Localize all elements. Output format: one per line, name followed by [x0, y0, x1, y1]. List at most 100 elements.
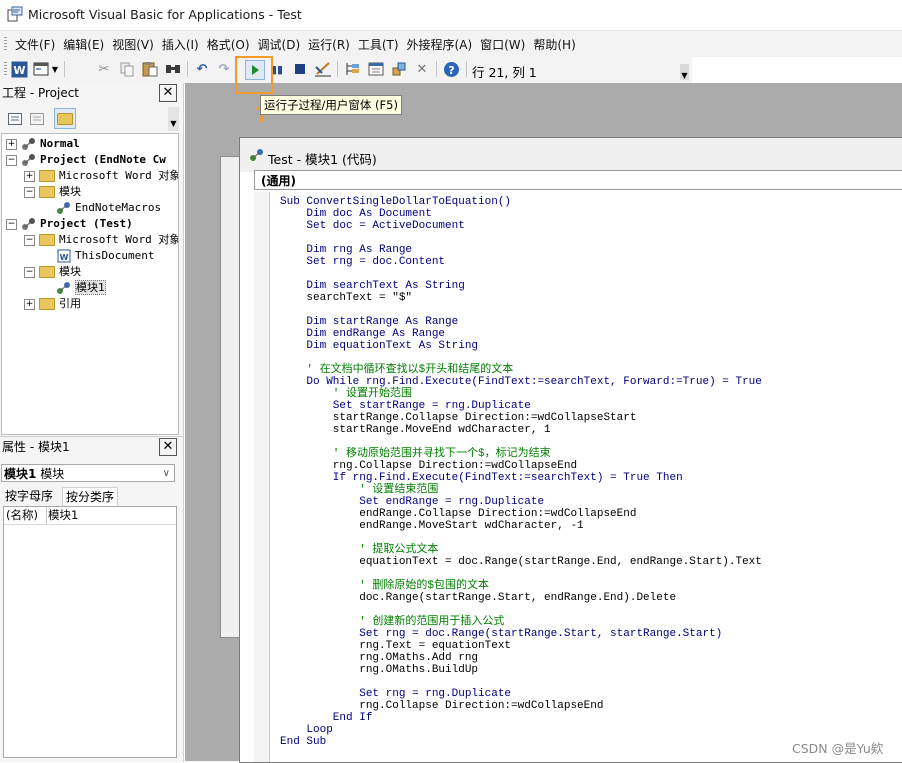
code-line[interactable]: endRange.Collapse Direction:=wdCollapseE…: [280, 508, 762, 520]
tree-node[interactable]: EndNoteMacros: [56, 200, 161, 216]
menu-item[interactable]: 运行(R): [307, 36, 357, 53]
object-browser-icon[interactable]: [390, 60, 408, 78]
code-line[interactable]: rng.OMaths.Add rng: [280, 652, 762, 664]
code-line[interactable]: rng.Collapse Direction:=wdCollapseEnd: [280, 460, 762, 472]
code-line[interactable]: Set endRange = rng.Duplicate: [280, 496, 762, 508]
code-line[interactable]: Set startRange = rng.Duplicate: [280, 400, 762, 412]
code-line[interactable]: Dim doc As Document: [280, 208, 762, 220]
code-line[interactable]: rng.Collapse Direction:=wdCollapseEnd: [280, 700, 762, 712]
code-line[interactable]: Dim rng As Range: [280, 244, 762, 256]
tree-node[interactable]: + 引用: [24, 296, 81, 312]
code-line[interactable]: ' 提取公式文本: [280, 544, 762, 556]
close-icon[interactable]: ✕: [159, 438, 177, 456]
code-line[interactable]: doc.Range(startRange.Start, endRange.End…: [280, 592, 762, 604]
project-explorer-icon[interactable]: [344, 60, 362, 78]
tree-node[interactable]: − Microsoft Word 对象: [24, 232, 178, 248]
code-line[interactable]: rng.OMaths.BuildUp: [280, 664, 762, 676]
object-combo[interactable]: (通用): [254, 170, 902, 190]
toolbox-icon[interactable]: ✕: [413, 60, 431, 78]
code-line[interactable]: Dim endRange As Range: [280, 328, 762, 340]
collapse-icon[interactable]: −: [24, 266, 35, 278]
menu-item[interactable]: 格式(O): [206, 36, 257, 53]
copy-icon[interactable]: [118, 60, 136, 78]
tree-node[interactable]: − 模块: [24, 264, 81, 280]
code-line[interactable]: [280, 268, 762, 280]
word-icon[interactable]: W: [10, 60, 28, 78]
code-line[interactable]: ' 在文档中循环查找以$开头和结尾的文本: [280, 364, 762, 376]
cut-icon[interactable]: ✂: [95, 60, 113, 78]
menu-item[interactable]: 帮助(H): [532, 36, 582, 53]
code-line[interactable]: endRange.MoveStart wdCharacter, -1: [280, 520, 762, 532]
insert-userform-icon[interactable]: [32, 60, 50, 78]
code-window-titlebar[interactable]: Test - 模块1 (代码): [240, 138, 902, 172]
menu-grip[interactable]: [4, 37, 7, 51]
close-icon[interactable]: ✕: [159, 84, 177, 102]
code-line[interactable]: [280, 304, 762, 316]
tab-categorized[interactable]: 按分类序: [62, 487, 119, 507]
collapse-icon[interactable]: −: [24, 186, 35, 198]
code-line[interactable]: searchText = "$": [280, 292, 762, 304]
menu-item[interactable]: 工具(T): [357, 36, 406, 53]
code-line[interactable]: ' 删除原始的$包围的文本: [280, 580, 762, 592]
toolbar-grip[interactable]: [4, 62, 7, 76]
code-line[interactable]: startRange.MoveEnd wdCharacter, 1: [280, 424, 762, 436]
menu-item[interactable]: 调试(D): [257, 36, 308, 53]
collapse-icon[interactable]: −: [24, 234, 35, 246]
code-line[interactable]: [280, 604, 762, 616]
code-line[interactable]: Dim startRange As Range: [280, 316, 762, 328]
code-editor[interactable]: Sub ConvertSingleDollarToEquation() Dim …: [280, 196, 762, 748]
code-line[interactable]: [280, 532, 762, 544]
expand-icon[interactable]: +: [24, 170, 35, 182]
code-line[interactable]: Dim equationText As String: [280, 340, 762, 352]
tree-node[interactable]: − 模块: [24, 184, 81, 200]
code-line[interactable]: Loop: [280, 724, 762, 736]
code-line[interactable]: Set rng = rng.Duplicate: [280, 688, 762, 700]
reset-icon[interactable]: [291, 60, 309, 78]
code-line[interactable]: End If: [280, 712, 762, 724]
menu-item[interactable]: 编辑(E): [62, 36, 111, 53]
menu-item[interactable]: 视图(V): [111, 36, 161, 53]
code-line[interactable]: Set rng = doc.Range(startRange.Start, st…: [280, 628, 762, 640]
menu-item[interactable]: 外接程序(A): [406, 36, 480, 53]
code-line[interactable]: equationText = doc.Range(startRange.End,…: [280, 556, 762, 568]
tab-alphabetic[interactable]: 按字母序: [2, 487, 57, 506]
tree-node[interactable]: − Project (Test): [6, 216, 133, 232]
menu-item[interactable]: 文件(F): [14, 36, 62, 53]
tree-node[interactable]: W ThisDocument: [56, 248, 154, 264]
code-line[interactable]: Set doc = ActiveDocument: [280, 220, 762, 232]
tree-node[interactable]: 模块1: [56, 280, 106, 296]
property-row-name[interactable]: (名称) 模块1: [4, 507, 176, 525]
code-line[interactable]: Dim searchText As String: [280, 280, 762, 292]
code-line[interactable]: [280, 232, 762, 244]
help-icon[interactable]: ?: [442, 60, 460, 78]
expand-icon[interactable]: +: [24, 298, 35, 310]
code-line[interactable]: End Sub: [280, 736, 762, 748]
expand-icon[interactable]: +: [6, 138, 17, 150]
code-line[interactable]: Do While rng.Find.Execute(FindText:=sear…: [280, 376, 762, 388]
dropdown-arrow-icon[interactable]: ▼: [50, 60, 60, 78]
panel-toolbar-overflow[interactable]: ▼: [168, 107, 179, 131]
code-line[interactable]: startRange.Collapse Direction:=wdCollaps…: [280, 412, 762, 424]
toggle-folders-icon[interactable]: [54, 108, 76, 129]
tree-node[interactable]: + Normal: [6, 136, 80, 152]
code-line[interactable]: ' 设置开始范围: [280, 388, 762, 400]
menu-item[interactable]: 插入(I): [161, 36, 206, 53]
view-code-icon[interactable]: [4, 108, 26, 129]
view-object-icon[interactable]: [26, 108, 48, 129]
code-line[interactable]: [280, 568, 762, 580]
menu-item[interactable]: 窗口(W): [479, 36, 532, 53]
code-line[interactable]: ' 移动原始范围并寻找下一个$，标记为结束: [280, 448, 762, 460]
property-value[interactable]: 模块1: [48, 507, 78, 524]
code-line[interactable]: [280, 676, 762, 688]
find-icon[interactable]: [164, 60, 182, 78]
object-selector[interactable]: 模块1 模块 ∨: [1, 464, 175, 482]
toolbar-overflow-button[interactable]: ▼: [680, 64, 689, 80]
collapse-icon[interactable]: −: [6, 218, 17, 230]
code-line[interactable]: [280, 436, 762, 448]
paste-icon[interactable]: [141, 60, 159, 78]
code-line[interactable]: ' 设置结束范围: [280, 484, 762, 496]
code-line[interactable]: ' 创建新的范围用于插入公式: [280, 616, 762, 628]
tree-node[interactable]: + Microsoft Word 对象: [24, 168, 178, 184]
code-margin[interactable]: [254, 192, 270, 762]
undo-icon[interactable]: ↶: [193, 60, 211, 78]
